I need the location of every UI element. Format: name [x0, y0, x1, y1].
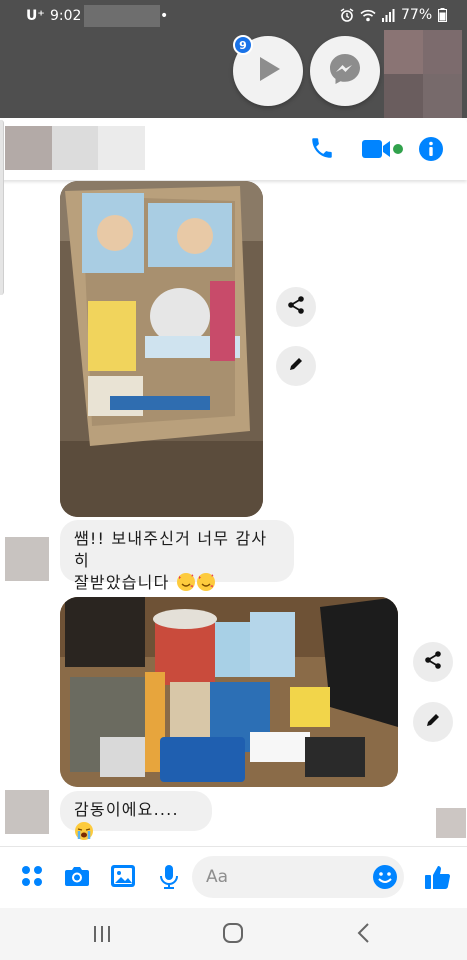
recents-icon[interactable] [92, 924, 112, 948]
alarm-icon [340, 8, 354, 22]
mic-icon[interactable] [159, 864, 179, 894]
photo-gift-items [60, 597, 398, 787]
chat-head-avatar[interactable] [384, 30, 462, 118]
camera-icon[interactable] [64, 864, 90, 892]
emoji-icon[interactable] [372, 864, 398, 894]
contact-avatar[interactable] [5, 126, 145, 170]
drawer-edge[interactable] [0, 120, 4, 295]
message-line-1: 쌤!! 보내주신거 너무 감사히 [74, 529, 268, 570]
notification-dot: • [160, 8, 169, 24]
blurred-notification [84, 5, 160, 27]
video-icon[interactable] [362, 138, 404, 164]
back-icon[interactable] [354, 922, 374, 948]
share-button[interactable] [413, 642, 453, 682]
sender-avatar[interactable] [5, 790, 49, 834]
sender-avatar[interactable] [5, 537, 49, 581]
share-icon [423, 650, 443, 674]
smiling-hearts-emoji-icon [196, 572, 216, 598]
system-navigation-bar [0, 908, 467, 960]
share-button[interactable] [276, 287, 316, 327]
status-icons: 77% [340, 7, 448, 23]
conversation-header [0, 118, 467, 180]
pencil-icon [287, 355, 305, 377]
edit-button[interactable] [276, 346, 316, 386]
info-icon[interactable] [418, 136, 444, 166]
signal-icon [382, 8, 395, 22]
gallery-icon[interactable] [110, 864, 136, 892]
message-input[interactable]: Aa [192, 856, 404, 898]
message-line-1: 감동이에요.... [74, 800, 179, 819]
message-bubble-1[interactable]: 쌤!! 보내주신거 너무 감사히 잘받았습니다 [60, 520, 294, 592]
apps-icon[interactable] [21, 865, 43, 891]
battery-icon [438, 8, 448, 22]
home-icon[interactable] [222, 922, 244, 948]
photo-package-box [60, 181, 263, 517]
clock: 9:02 [50, 8, 82, 24]
unread-badge: 9 [233, 35, 253, 55]
pencil-icon [424, 711, 442, 733]
messenger-chat-head[interactable] [310, 36, 380, 106]
photo-message-2[interactable] [60, 597, 398, 787]
play-icon [252, 53, 284, 89]
message-bubble-2[interactable]: 감동이에요.... [60, 791, 212, 840]
messenger-icon [327, 51, 363, 91]
photo-message-1[interactable] [60, 181, 263, 517]
compose-bar: Aa [0, 846, 467, 908]
battery-percent: 77% [401, 7, 433, 23]
wifi-icon [360, 9, 376, 22]
edit-button[interactable] [413, 702, 453, 742]
crying-face-emoji-icon [74, 821, 94, 847]
message-line-2: 잘받았습니다 [74, 573, 170, 592]
seen-receipt-avatar [436, 808, 466, 838]
smiling-hearts-emoji-icon [176, 572, 196, 598]
status-bar: U⁺ 9:02 • 77% [0, 0, 467, 32]
message-input-placeholder: Aa [206, 867, 229, 887]
carrier-label: U⁺ [26, 8, 45, 24]
like-icon[interactable] [424, 863, 452, 895]
share-icon [286, 295, 306, 319]
phone-icon[interactable] [309, 135, 335, 165]
